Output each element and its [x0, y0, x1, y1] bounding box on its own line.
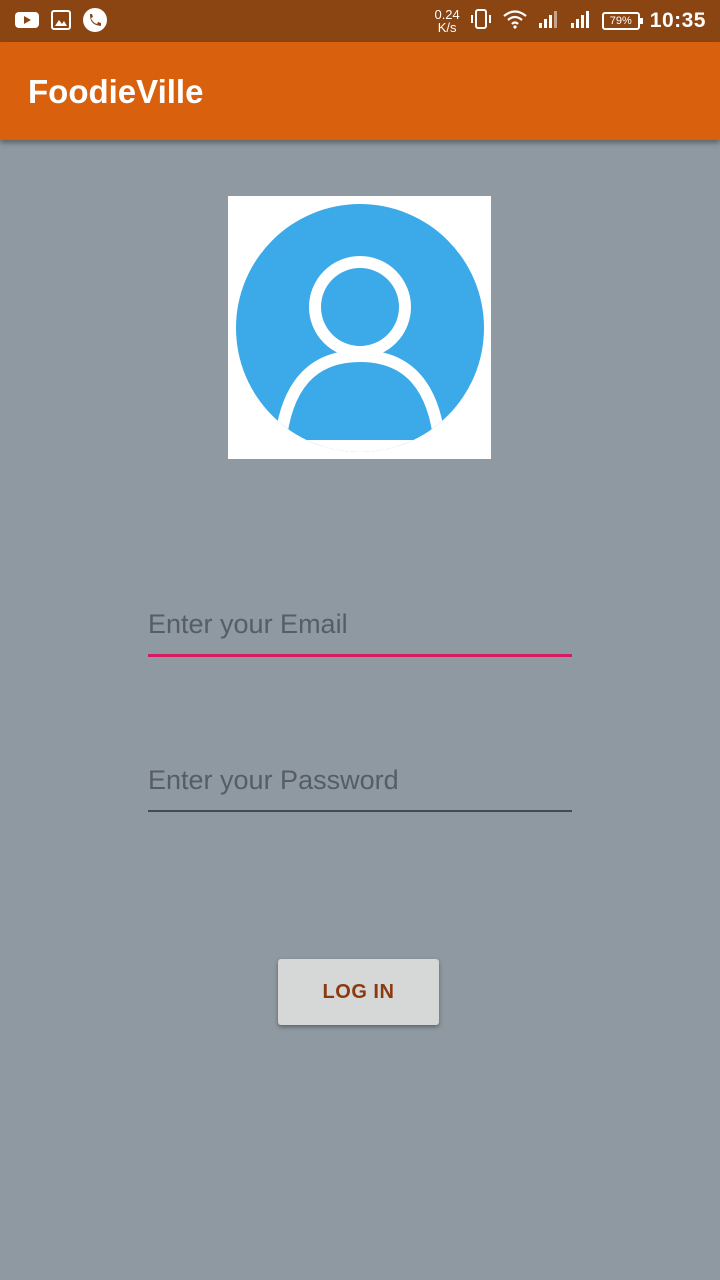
password-field[interactable] — [148, 750, 572, 812]
youtube-icon — [14, 10, 40, 35]
gallery-icon — [50, 9, 72, 36]
signal-icon — [570, 9, 592, 34]
password-input[interactable] — [148, 750, 572, 810]
password-underline — [148, 810, 572, 812]
app-bar: FoodieVille — [0, 42, 720, 140]
net-speed-unit: K/s — [437, 20, 457, 35]
signal-icon — [538, 9, 560, 34]
notification-icons — [14, 7, 108, 38]
login-button[interactable]: LOG IN — [278, 959, 439, 1025]
status-bar: 0.24 K/s 79% 10:35 — [0, 0, 720, 42]
vibrate-icon — [470, 8, 492, 35]
wifi-icon — [502, 9, 528, 34]
network-speed: 0.24 K/s — [434, 8, 459, 34]
app-title: FoodieVille — [28, 73, 204, 110]
email-field[interactable] — [148, 594, 572, 657]
clock: 10:35 — [649, 9, 706, 32]
avatar — [228, 196, 491, 459]
user-avatar-icon — [236, 204, 484, 452]
email-input[interactable] — [148, 594, 572, 654]
battery-icon: 79% — [601, 12, 643, 30]
battery-percent: 79% — [609, 15, 632, 27]
email-underline — [148, 654, 572, 657]
system-icons: 0.24 K/s 79% 10:35 — [434, 6, 706, 36]
phone-icon — [82, 7, 108, 38]
